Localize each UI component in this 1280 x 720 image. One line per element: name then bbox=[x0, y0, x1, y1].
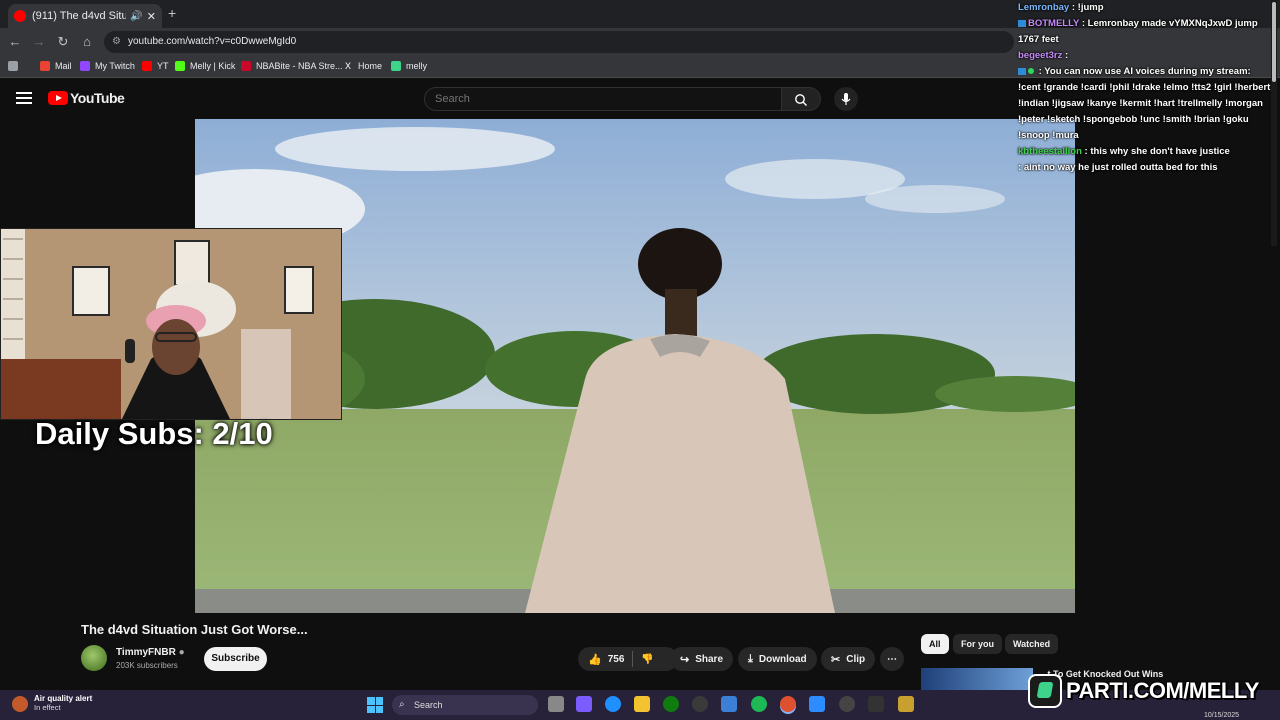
chat-text: !jump bbox=[1077, 2, 1104, 13]
new-tab-button[interactable]: + bbox=[168, 5, 176, 21]
xbox-icon[interactable] bbox=[663, 696, 679, 712]
like-dislike-group: 👍 756 👎 bbox=[578, 647, 678, 671]
home-button[interactable]: ⌂ bbox=[78, 34, 96, 49]
chat-message: begeet3rz : bbox=[1014, 48, 1272, 64]
chat-message: : You can now use AI voices during my st… bbox=[1014, 64, 1272, 144]
spotify-icon[interactable] bbox=[751, 696, 767, 712]
share-button[interactable]: ↪ Share bbox=[670, 647, 734, 671]
bookmark-my-twitch[interactable]: My Twitch bbox=[80, 61, 135, 71]
taskbar-search[interactable]: ⌕ Search bbox=[392, 695, 538, 715]
media-player-icon[interactable] bbox=[839, 696, 855, 712]
clip-button[interactable]: ✂ Clip bbox=[821, 647, 876, 671]
channel-name[interactable]: TimmyFNBR ● bbox=[116, 647, 185, 658]
bookmark-yt[interactable]: YT bbox=[142, 61, 169, 71]
chip-all[interactable]: All bbox=[921, 634, 949, 654]
start-button[interactable] bbox=[367, 697, 383, 713]
download-button[interactable]: ⤓ Download bbox=[738, 647, 817, 671]
chat-scrollbar[interactable] bbox=[1271, 0, 1277, 246]
channel-avatar[interactable] bbox=[81, 645, 107, 671]
chat-message: Lemronbay : !jump bbox=[1014, 0, 1272, 16]
site-info-icon[interactable]: ⚙ bbox=[112, 31, 121, 53]
chat-badge-icon bbox=[1018, 67, 1026, 75]
chat-username[interactable]: BOTMELLY bbox=[1028, 18, 1079, 29]
parti-overlay: PARTI.COM/MELLY bbox=[1028, 674, 1276, 708]
apps-icon[interactable] bbox=[8, 61, 23, 71]
youtube-favicon-icon bbox=[14, 10, 26, 22]
bookmark-mail[interactable]: Mail bbox=[40, 61, 72, 71]
search-icon: ⌕ bbox=[399, 699, 405, 710]
file-explorer-icon[interactable] bbox=[634, 696, 650, 712]
store-icon[interactable] bbox=[721, 696, 737, 712]
edge-icon[interactable] bbox=[605, 696, 621, 712]
subscribe-button[interactable]: Subscribe bbox=[204, 647, 267, 671]
chat-text: this why she don't have justice bbox=[1090, 146, 1230, 157]
air-quality-icon bbox=[12, 696, 28, 712]
reload-button[interactable]: ↻ bbox=[54, 34, 72, 50]
address-bar[interactable]: ⚙ youtube.com/watch?v=c0DwweMgId0 bbox=[104, 31, 1014, 53]
photos-icon[interactable] bbox=[809, 696, 825, 712]
subscriber-count: 203K subscribers bbox=[116, 661, 178, 670]
pinned-app-icon[interactable] bbox=[898, 696, 914, 712]
like-button[interactable]: 👍 756 bbox=[588, 653, 624, 666]
scissors-icon: ✂ bbox=[831, 653, 841, 666]
search-icon bbox=[795, 94, 807, 106]
bookmark-melly-kick[interactable]: Melly | Kick bbox=[175, 61, 235, 71]
streamer-webcam bbox=[0, 228, 342, 420]
task-view-icon[interactable] bbox=[548, 696, 564, 712]
parti-logo-icon bbox=[1028, 674, 1062, 708]
stream-chat-overlay: Lemronbay : !jump BOTMELLY : Lemronbay ma… bbox=[1014, 0, 1272, 210]
voice-search-button[interactable] bbox=[834, 87, 858, 111]
microphone-icon bbox=[841, 93, 851, 105]
back-button[interactable]: ← bbox=[6, 34, 24, 49]
bookmark-nbabite[interactable]: NBABite - NBA Stre... bbox=[241, 61, 343, 71]
chip-for-you[interactable]: For you bbox=[953, 634, 1002, 654]
chat-username[interactable]: kbtheestallion bbox=[1018, 146, 1082, 157]
bookmark-melly[interactable]: melly bbox=[391, 61, 427, 71]
chat-text: aint no way he just rolled outta bed for… bbox=[1023, 162, 1218, 173]
chat-username[interactable]: Lemronbay bbox=[1018, 2, 1069, 13]
tab-title: (911) The d4vd Situation Ju bbox=[32, 10, 127, 22]
forward-button[interactable]: → bbox=[30, 34, 48, 49]
hamburger-menu-icon[interactable] bbox=[16, 92, 32, 104]
copilot-icon[interactable] bbox=[576, 696, 592, 712]
chat-username[interactable]: begeet3rz bbox=[1018, 50, 1062, 61]
dislike-button[interactable]: 👎 bbox=[641, 654, 653, 665]
chat-separator: : bbox=[1069, 2, 1078, 13]
obs-icon[interactable] bbox=[692, 696, 708, 712]
youtube-logo[interactable]: YouTube bbox=[48, 90, 125, 106]
chat-text: You can now use AI voices during my stre… bbox=[1018, 66, 1271, 141]
chat-badge-icon bbox=[1028, 68, 1034, 75]
chat-message: : aint no way he just rolled outta bed f… bbox=[1014, 160, 1272, 176]
search-button[interactable] bbox=[781, 87, 821, 111]
weather-widget[interactable]: Air quality alert In effect bbox=[12, 694, 92, 712]
speaker-icon[interactable]: 🔊 bbox=[130, 11, 142, 22]
recommendation-thumbnail[interactable] bbox=[921, 668, 1033, 690]
chat-separator: : bbox=[1062, 50, 1069, 61]
chrome-icon[interactable] bbox=[780, 696, 796, 712]
download-icon: ⤓ bbox=[748, 652, 753, 665]
chat-badge-icon bbox=[1018, 19, 1026, 27]
thumbs-down-icon: 👎 bbox=[641, 653, 654, 665]
video-title: The d4vd Situation Just Got Worse... bbox=[81, 622, 308, 637]
chat-message: kbtheestallion : this why she don't have… bbox=[1014, 144, 1272, 160]
url-text: youtube.com/watch?v=c0DwweMgId0 bbox=[128, 36, 297, 47]
arrow-app-icon[interactable] bbox=[868, 696, 884, 712]
chat-message: BOTMELLY : Lemronbay made vYMXNqJxwD jum… bbox=[1014, 16, 1272, 48]
webcam-image bbox=[1, 229, 341, 419]
search-input[interactable] bbox=[425, 88, 781, 110]
more-actions-button[interactable]: ⋯ bbox=[880, 647, 904, 671]
chip-watched[interactable]: Watched bbox=[1005, 634, 1059, 654]
share-icon: ↪ bbox=[680, 653, 690, 666]
daily-subs-overlay: Daily Subs: 2/10 bbox=[35, 416, 273, 451]
search-box bbox=[424, 87, 782, 111]
thumbs-up-icon: 👍 bbox=[588, 653, 602, 666]
close-tab-icon[interactable]: ✕ bbox=[147, 10, 156, 23]
verified-icon: ● bbox=[178, 647, 185, 658]
browser-tab[interactable]: (911) The d4vd Situation Ju 🔊 ✕ bbox=[8, 4, 162, 28]
youtube-play-icon bbox=[48, 91, 68, 105]
chat-separator: : bbox=[1079, 18, 1088, 29]
taskbar-date: 10/15/2025 bbox=[1204, 712, 1240, 719]
bookmark-home[interactable]: X Home bbox=[343, 61, 382, 71]
